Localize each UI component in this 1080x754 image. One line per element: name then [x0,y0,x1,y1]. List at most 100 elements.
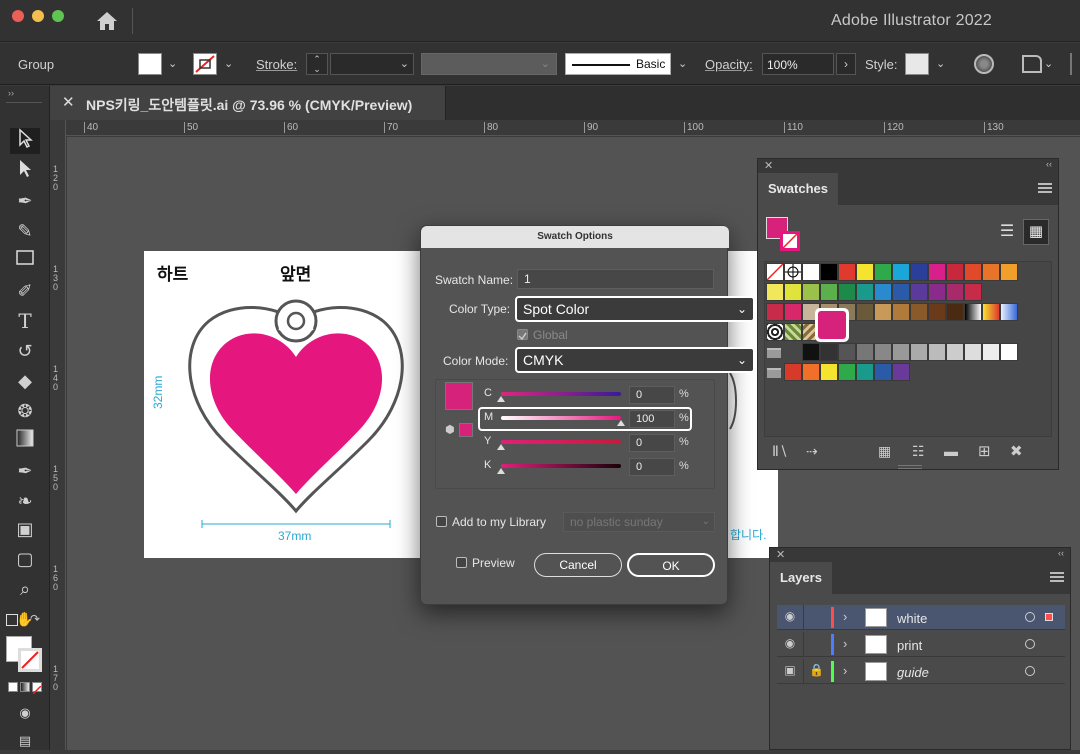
selected-swatch-highlight[interactable] [815,308,849,342]
channel-value-input[interactable]: 0 [629,458,675,476]
collapse-panel-icon[interactable]: ‹‹ [1046,159,1052,169]
stroke-color-box[interactable] [18,648,42,672]
fill-swatch[interactable] [138,53,162,75]
swatch-cell[interactable] [856,363,874,381]
channel-slider-track[interactable] [501,440,621,444]
swatch-cell[interactable] [1000,343,1018,361]
paintbrush-tool-icon[interactable]: ✐ [10,278,40,304]
swatch-cell[interactable] [766,303,784,321]
expand-chevron-icon[interactable]: › [843,663,847,678]
swatch-cell[interactable] [982,263,1000,281]
swatch-cell[interactable] [928,263,946,281]
eraser-tool-icon[interactable]: ◆ [10,368,40,394]
active-stroke-swatch[interactable] [780,231,800,251]
graphic-style-swatch[interactable] [905,53,929,75]
swatch-cell[interactable] [838,343,856,361]
swatch-cell[interactable] [784,363,802,381]
channel-value-input[interactable]: 100 [629,410,675,428]
cancel-button[interactable]: Cancel [534,553,622,577]
grid-view-icon[interactable]: ▦ [1023,219,1049,245]
tab-swatches[interactable]: Swatches [758,173,838,205]
swatch-cell[interactable] [892,303,910,321]
swatch-cell[interactable] [802,363,820,381]
variable-width-profile-dropdown[interactable]: ⌄ [421,53,557,75]
color-mode-icons[interactable] [8,682,42,695]
swatch-cell[interactable] [1000,263,1018,281]
curvature-tool-icon[interactable]: ✎ [10,218,40,244]
panel-menu-icon[interactable] [1050,572,1064,582]
swatch-cell[interactable] [982,303,1000,321]
swatch-cell[interactable] [928,283,946,301]
swatch-cell[interactable] [892,343,910,361]
global-checkbox[interactable] [517,329,528,341]
swatch-cell[interactable] [802,263,820,281]
opacity-label[interactable]: Opacity: [705,57,753,72]
new-swatch-icon[interactable]: ⊞ [978,442,991,460]
shape-builder-tool-icon[interactable]: ▣ [10,516,40,542]
align-options-icon[interactable] [1022,55,1042,73]
close-window-button[interactable] [12,10,24,22]
layer-row[interactable]: ▣ 🔒 › guide [777,659,1065,684]
swatch-cell[interactable] [946,343,964,361]
channel-slider-thumb[interactable] [497,444,505,450]
minimize-window-button[interactable] [32,10,44,22]
channel-slider-thumb[interactable] [497,468,505,474]
swatch-cell[interactable] [802,343,820,361]
stroke-label[interactable]: Stroke: [256,57,297,72]
heart-keyring-artwork[interactable] [174,291,414,551]
swatch-cell[interactable] [820,343,838,361]
fill-stroke-indicator[interactable] [766,217,802,253]
swatch-cell[interactable] [784,283,802,301]
swatch-cell[interactable] [910,303,928,321]
draw-mode-icon[interactable]: ◉ [10,700,40,726]
swatch-cell[interactable] [767,344,783,360]
resize-grip[interactable] [898,465,922,469]
channel-value-input[interactable]: 0 [629,434,675,452]
swatch-cell[interactable] [946,283,964,301]
swatch-cell[interactable] [820,263,838,281]
swatch-cell[interactable] [910,343,928,361]
direct-selection-tool-icon[interactable] [10,158,40,184]
channel-slider-track[interactable] [501,392,621,396]
swatch-name-input[interactable]: 1 [517,269,714,289]
swatch-cell[interactable] [928,303,946,321]
recolor-artwork-icon[interactable] [974,54,994,74]
swatch-cell[interactable] [874,303,892,321]
target-circle-icon[interactable] [1025,666,1035,676]
lock-icon[interactable]: 🔒 [809,663,824,677]
eye-icon[interactable]: ◉ [781,609,799,625]
swatch-cell[interactable] [766,283,784,301]
default-fill-stroke-icon[interactable] [6,614,18,626]
stroke-swatch[interactable] [193,53,217,75]
swatch-cell[interactable] [946,303,964,321]
swatch-cell[interactable] [910,283,928,301]
swatch-cell[interactable] [856,343,874,361]
ok-button[interactable]: OK [627,553,715,577]
document-tab[interactable]: ✕ NPS키링_도안템플릿.ai @ 73.96 % (CMYK/Preview… [50,86,446,120]
swatch-cell[interactable] [946,263,964,281]
swatch-cell[interactable] [856,283,874,301]
swatch-cell[interactable] [838,283,856,301]
lock-toggle[interactable] [807,634,825,654]
swatch-cell[interactable] [784,303,802,321]
swatch-cell[interactable] [784,263,802,281]
list-view-icon[interactable]: ☰ [994,219,1020,245]
expand-chevron-icon[interactable]: › [843,609,847,624]
collapse-panel-icon[interactable]: ‹‹ [1058,548,1064,558]
collapse-toolbar-icon[interactable]: ›› [8,88,14,98]
type-tool-icon[interactable]: T [10,308,40,334]
eyedropper-tool-icon[interactable]: ✒ [10,458,40,484]
channel-slider-thumb[interactable] [497,396,505,402]
tab-layers[interactable]: Layers [770,562,832,594]
puppet-warp-tool-icon[interactable]: ❂ [10,398,40,424]
swatch-cell[interactable] [874,363,892,381]
opacity-input[interactable]: 100% [762,53,834,75]
swatch-options-icon[interactable]: ☷ [912,443,925,460]
zoom-tool-icon[interactable]: ⌕ [10,576,40,602]
brush-definition-dropdown[interactable]: Basic [565,53,671,75]
swatch-cell[interactable] [838,263,856,281]
swatch-cell[interactable] [982,343,1000,361]
swatch-cell[interactable] [766,263,784,281]
screen-mode-icon[interactable]: ▤ [10,728,40,754]
blend-tool-icon[interactable]: ❧ [10,488,40,514]
